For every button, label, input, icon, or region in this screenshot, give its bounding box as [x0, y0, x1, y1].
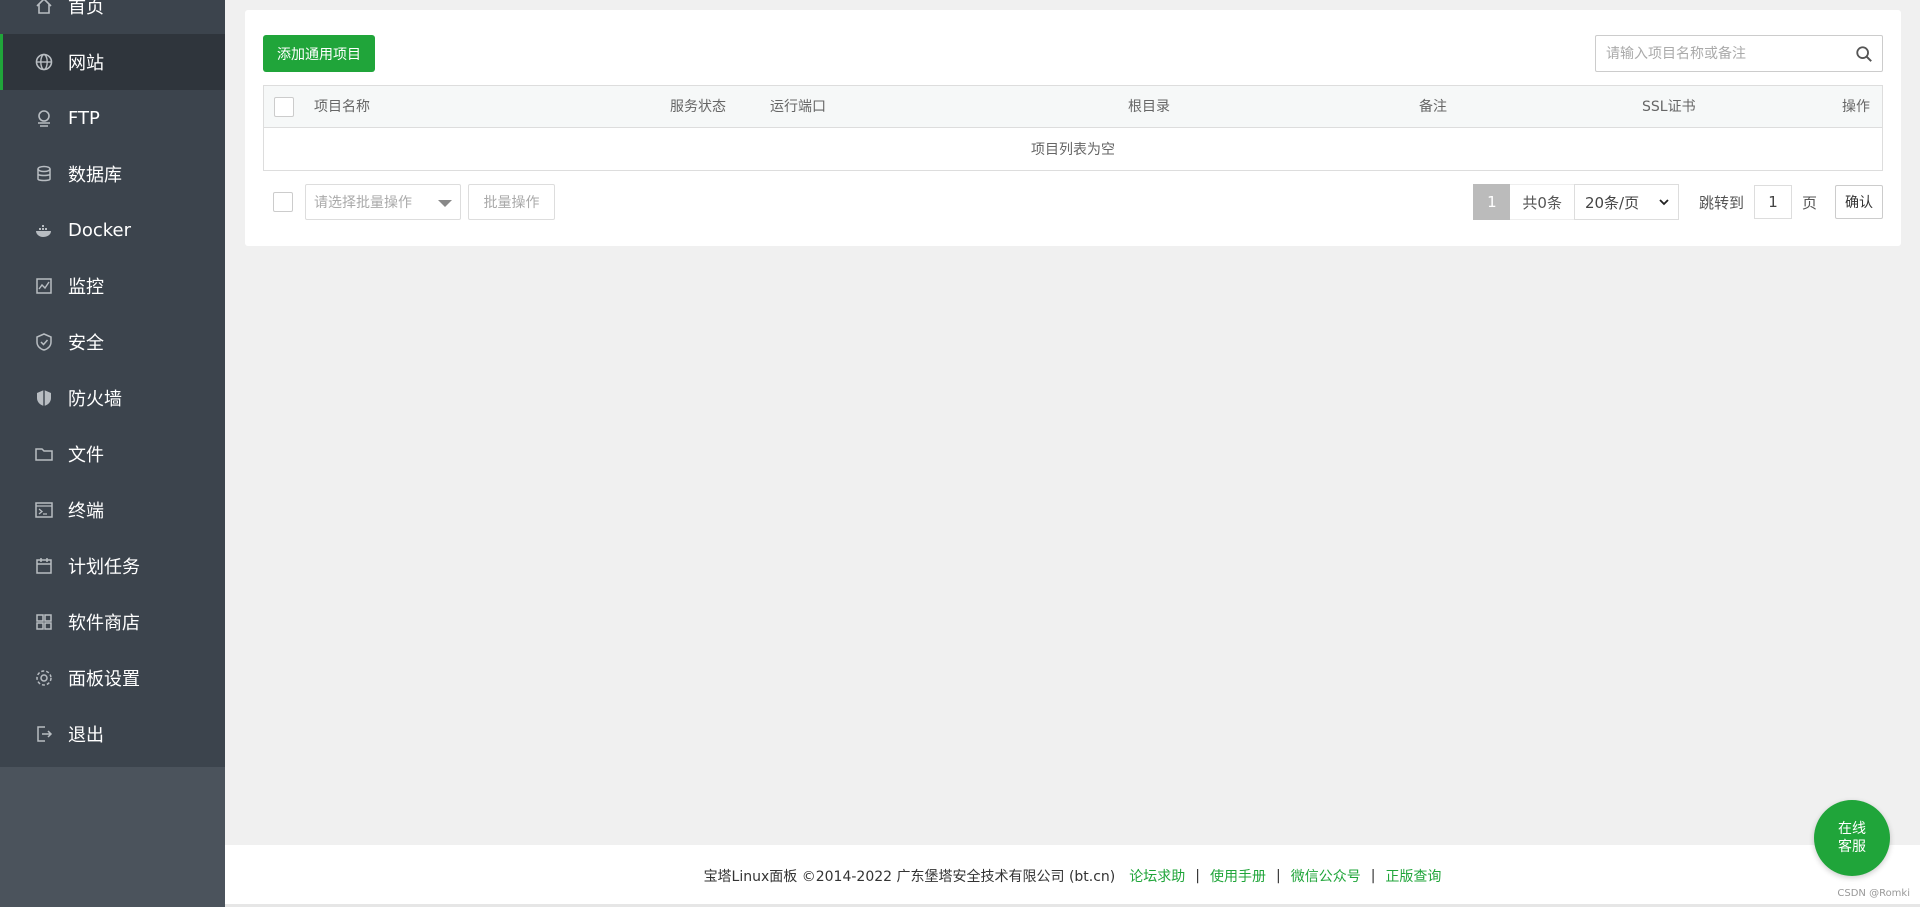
monitor-icon — [33, 275, 55, 297]
sidebar-item-logout[interactable]: 退出 — [0, 706, 225, 762]
online-support-button[interactable]: 在线 客服 — [1814, 800, 1890, 876]
firewall-icon — [33, 387, 55, 409]
sidebar-item-firewall[interactable]: 防火墙 — [0, 370, 225, 426]
chat-label-line2: 客服 — [1838, 839, 1866, 855]
footer: 宝塔Linux面板 ©2014-2022 广东堡塔安全技术有限公司 (bt.cn… — [225, 845, 1920, 907]
sidebar-item-label: 文件 — [68, 445, 104, 466]
batch-action-button[interactable]: 批量操作 — [468, 184, 555, 220]
sidebar-item-label: 首页 — [68, 0, 104, 18]
ftp-icon — [33, 107, 55, 129]
total-count: 共0条 — [1510, 184, 1574, 220]
sidebar-item-store[interactable]: 软件商店 — [0, 594, 225, 650]
footer-separator: | — [1275, 868, 1281, 884]
jump-confirm-button[interactable]: 确认 — [1835, 185, 1883, 219]
project-card: 添加通用项目 项目名称 服务状态 运行端口 根目录 备注 SSL证书 操作 项目… — [245, 10, 1901, 246]
sidebar-item-label: 数据库 — [68, 165, 122, 186]
watermark: CSDN @Romki — [1837, 888, 1910, 899]
jump-label: 跳转到 — [1698, 193, 1744, 212]
sidebar-item-label: 软件商店 — [68, 613, 140, 634]
column-header-ssl: SSL证书 — [1642, 99, 1696, 115]
sidebar-item-label: FTP — [68, 107, 100, 129]
home-icon — [33, 0, 55, 17]
globe-icon — [33, 51, 55, 73]
sidebar-item-cron[interactable]: 计划任务 — [0, 538, 225, 594]
sidebar-item-label: 防火墙 — [68, 389, 122, 410]
sidebar-item-label: 面板设置 — [68, 669, 140, 690]
sidebar-item-docker[interactable]: Docker — [0, 202, 225, 258]
footer-link-wechat[interactable]: 微信公众号 — [1291, 866, 1361, 886]
calendar-icon — [33, 555, 55, 577]
sidebar-item-label: 退出 — [68, 725, 104, 746]
search-icon[interactable] — [1846, 36, 1882, 71]
footer-separator: | — [1370, 868, 1376, 884]
chat-label-line1: 在线 — [1838, 821, 1866, 837]
bottom-select-all-checkbox[interactable] — [273, 192, 293, 212]
sidebar-menu: 首页 网站 FTP 数据库 Docker 监控 安全 防火墙 文件 终端 计划任… — [0, 0, 225, 767]
table-empty-row: 项目列表为空 — [264, 128, 1882, 170]
sidebar-item-database[interactable]: 数据库 — [0, 146, 225, 202]
sidebar-tail — [0, 767, 225, 907]
column-header-actions: 操作 — [1842, 99, 1870, 115]
sidebar-item-label: Docker — [68, 219, 132, 241]
sidebar-item-label: 监控 — [68, 277, 104, 298]
footer-link-license[interactable]: 正版查询 — [1385, 866, 1441, 886]
column-header-port: 运行端口 — [770, 99, 826, 115]
table-header: 项目名称 服务状态 运行端口 根目录 备注 SSL证书 操作 — [264, 86, 1882, 128]
table-footer-bar: 请选择批量操作 批量操作 1 共0条 20条/页 跳转到 1 页 确认 — [263, 184, 1883, 220]
sidebar-item-label: 网站 — [68, 53, 104, 74]
empty-message: 项目列表为空 — [1031, 142, 1115, 158]
sidebar-item-home[interactable]: 首页 — [0, 0, 225, 34]
search-input[interactable] — [1596, 36, 1846, 71]
footer-link-forum[interactable]: 论坛求助 — [1129, 866, 1185, 886]
jump-page-input[interactable]: 1 — [1753, 185, 1792, 219]
page-size-value: 20条/页 — [1584, 193, 1640, 212]
gear-icon — [33, 667, 55, 689]
footer-link-manual[interactable]: 使用手册 — [1210, 866, 1266, 886]
pagination: 1 共0条 20条/页 跳转到 1 页 确认 — [1473, 184, 1883, 220]
grid-icon — [33, 611, 55, 633]
sidebar-item-security[interactable]: 安全 — [0, 314, 225, 370]
chevron-down-icon — [1659, 199, 1669, 206]
batch-action-select[interactable]: 请选择批量操作 — [305, 184, 461, 220]
copyright-text: 宝塔Linux面板 ©2014-2022 广东堡塔安全技术有限公司 (bt.cn… — [703, 869, 1116, 885]
project-table: 项目名称 服务状态 运行端口 根目录 备注 SSL证书 操作 项目列表为空 — [263, 85, 1883, 171]
column-header-remark: 备注 — [1419, 99, 1447, 115]
docker-icon — [33, 219, 55, 241]
folder-icon — [33, 443, 55, 465]
column-header-name: 项目名称 — [314, 99, 370, 115]
terminal-icon — [33, 499, 55, 521]
batch-select-placeholder: 请选择批量操作 — [314, 195, 412, 211]
column-header-status: 服务状态 — [670, 99, 726, 115]
select-all-checkbox[interactable] — [274, 97, 294, 117]
current-page[interactable]: 1 — [1473, 184, 1511, 220]
database-icon — [33, 163, 55, 185]
sidebar-item-label: 终端 — [68, 501, 104, 522]
sidebar-item-label: 安全 — [68, 333, 104, 354]
sidebar-item-label: 计划任务 — [68, 557, 140, 578]
add-project-button[interactable]: 添加通用项目 — [263, 35, 375, 72]
shield-icon — [33, 331, 55, 353]
column-header-root: 根目录 — [1128, 99, 1170, 115]
footer-separator: | — [1195, 868, 1200, 884]
search-box — [1595, 35, 1883, 72]
logout-icon — [33, 723, 55, 745]
sidebar-item-settings[interactable]: 面板设置 — [0, 650, 225, 706]
sidebar-item-monitor[interactable]: 监控 — [0, 258, 225, 314]
sidebar-item-files[interactable]: 文件 — [0, 426, 225, 482]
sidebar-item-ftp[interactable]: FTP — [0, 90, 225, 146]
page-size-select[interactable]: 20条/页 — [1573, 184, 1679, 220]
sidebar: 首页 网站 FTP 数据库 Docker 监控 安全 防火墙 文件 终端 计划任… — [0, 0, 225, 907]
sidebar-item-terminal[interactable]: 终端 — [0, 482, 225, 538]
sidebar-item-website[interactable]: 网站 — [0, 34, 225, 90]
caret-down-icon — [438, 200, 452, 207]
page-unit-label: 页 — [1801, 193, 1817, 212]
